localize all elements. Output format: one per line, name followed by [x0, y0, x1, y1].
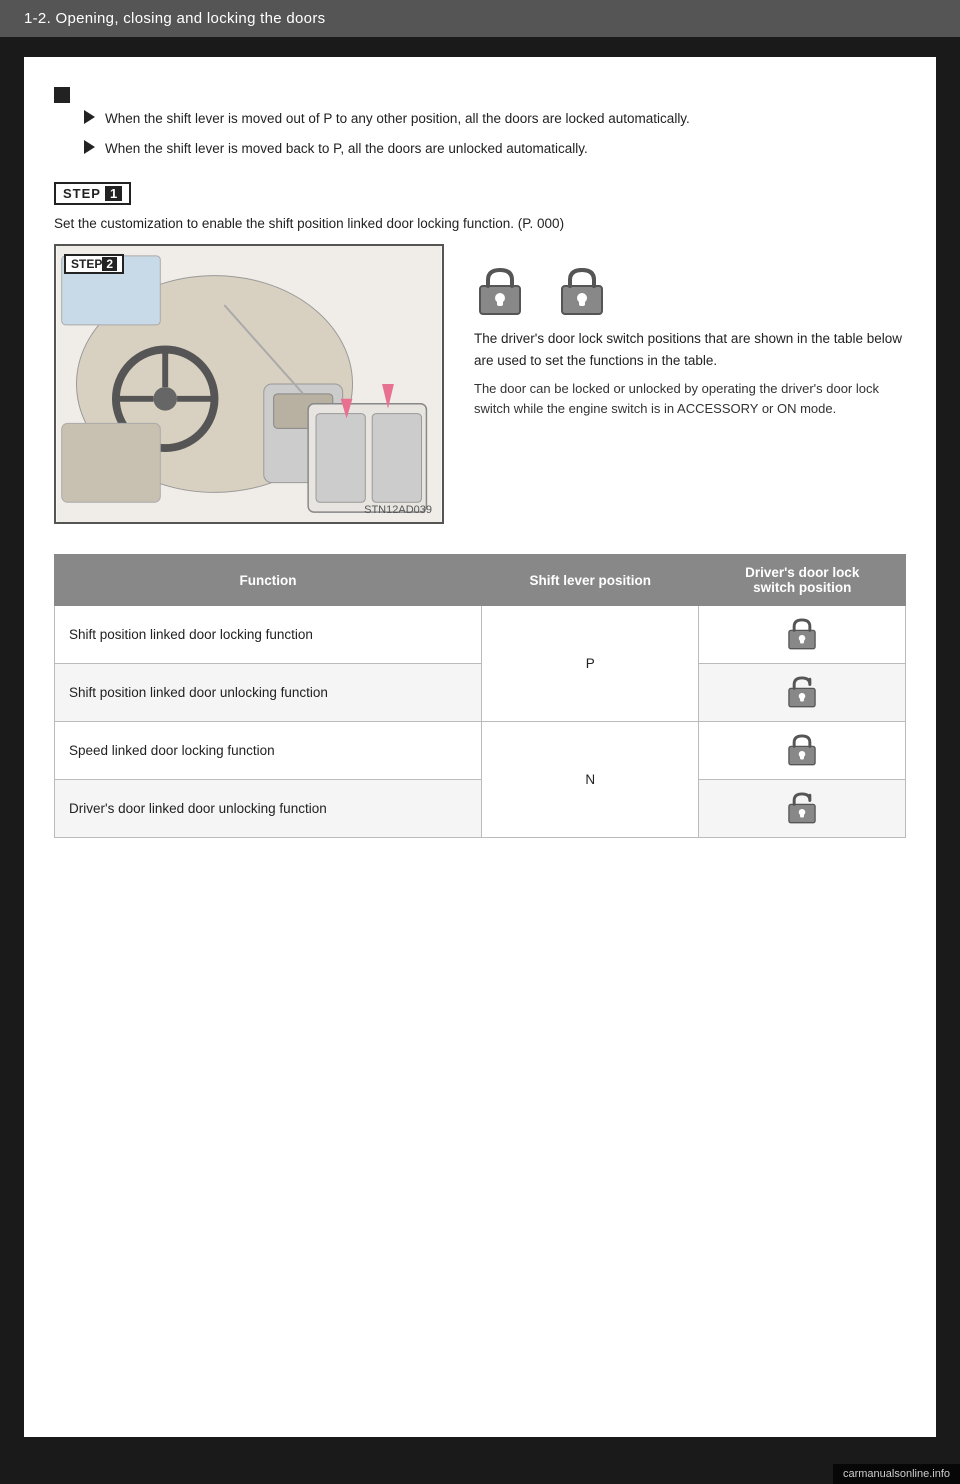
table-cell-icon-1 [699, 606, 906, 664]
table-row-3: Speed linked door locking function N [55, 722, 906, 780]
header-title: 1-2. Opening, closing and locking the do… [24, 10, 325, 27]
step1-description: Set the customization to enable the shif… [54, 213, 906, 235]
diagram-code: STN12AD039 [364, 504, 432, 516]
main-content: When the shift lever is moved out of P t… [24, 57, 936, 1437]
table-row-4: Driver's door linked door unlocking func… [55, 780, 906, 838]
table-cell-shift-1: P [482, 606, 699, 722]
unlocked-icon-row4 [785, 790, 819, 824]
sub-text-2: When the shift lever is moved back to P,… [105, 139, 588, 159]
table-header-function: Function [55, 555, 482, 606]
sub-item-1: When the shift lever is moved out of P t… [84, 109, 906, 129]
section-icon [54, 87, 70, 103]
car-interior-svg [56, 246, 442, 522]
locked-icon-large [474, 264, 526, 316]
sub-item-2: When the shift lever is moved back to P,… [84, 139, 906, 159]
table-cell-icon-3 [699, 722, 906, 780]
table-cell-function-4: Driver's door linked door unlocking func… [55, 780, 482, 838]
note-text: The door can be locked or unlocked by op… [474, 379, 906, 418]
function-table: Function Shift lever position Driver's d… [54, 554, 906, 838]
triangle-icon-1 [84, 110, 95, 124]
unlocked-icon-row2 [785, 674, 819, 708]
table-row-1: Shift position linked door locking funct… [55, 606, 906, 664]
table-cell-shift-3: N [482, 722, 699, 838]
car-diagram: STEP 2 [54, 244, 444, 524]
sub-text-1: When the shift lever is moved out of P t… [105, 109, 690, 129]
step2-badge-inner: STEP 2 [64, 254, 124, 274]
locked-icon-row1 [785, 616, 819, 650]
step2-label-inner: STEP [71, 257, 102, 271]
table-row-2: Shift position linked door unlocking fun… [55, 664, 906, 722]
step2-num-inner: 2 [102, 257, 117, 271]
table-header-switch: Driver's door lockswitch position [699, 555, 906, 606]
table-cell-function-3: Speed linked door locking function [55, 722, 482, 780]
footer-watermark: carmanualsonline.info [833, 1464, 960, 1484]
step1-number: 1 [105, 186, 122, 201]
table-cell-function-2: Shift position linked door unlocking fun… [55, 664, 482, 722]
locked-icon-row3 [785, 732, 819, 766]
header-bar: 1-2. Opening, closing and locking the do… [0, 0, 960, 37]
table-cell-icon-2 [699, 664, 906, 722]
image-description: The driver's door lock switch positions … [474, 244, 906, 418]
triangle-icon-2 [84, 140, 95, 154]
unlocked-icon-large [556, 264, 608, 316]
section-heading [54, 87, 906, 103]
step1-label: STEP [63, 186, 101, 201]
table-header-shift: Shift lever position [482, 555, 699, 606]
table-cell-icon-4 [699, 780, 906, 838]
step1-badge: STEP 1 [54, 182, 131, 205]
lock-icons-row [474, 264, 906, 316]
table-cell-function-1: Shift position linked door locking funct… [55, 606, 482, 664]
image-right-description: The driver's door lock switch positions … [474, 328, 906, 371]
image-container: STEP 2 [54, 244, 906, 524]
